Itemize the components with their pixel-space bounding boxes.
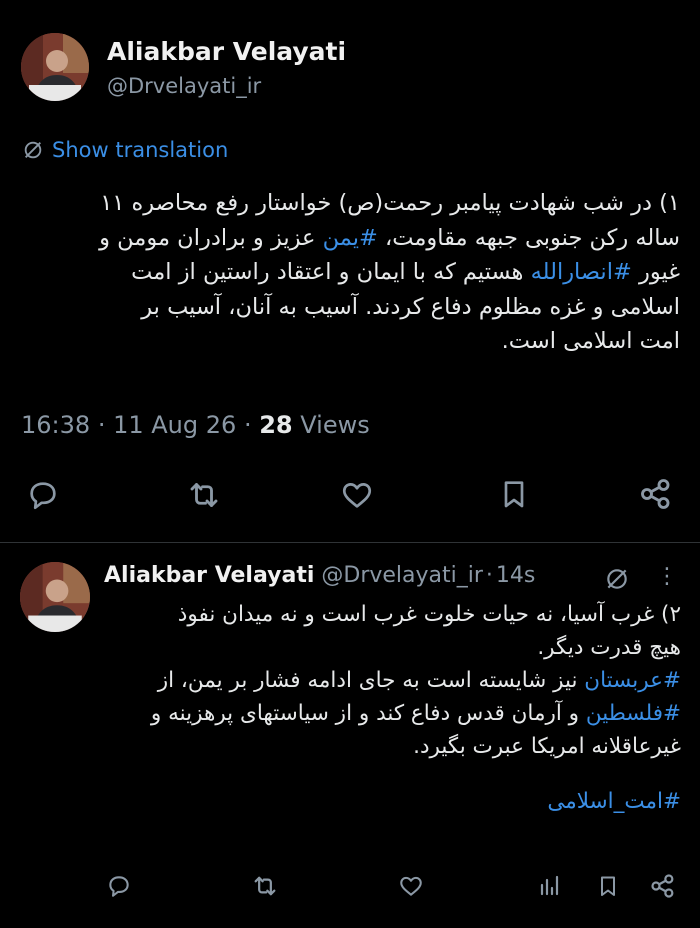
- hashtag-link[interactable]: #انصارالله: [531, 259, 632, 285]
- like-icon[interactable]: [397, 873, 425, 899]
- tweet-date[interactable]: 11 Aug 26: [113, 411, 236, 439]
- text-segment: عزیز و برادران مومن و: [99, 224, 323, 251]
- show-translation-link[interactable]: Show translation: [22, 136, 228, 164]
- text-segment: ساله رکن جنوبی جبهه مقاومت،: [377, 224, 680, 251]
- views-chart-icon[interactable]: [537, 873, 561, 899]
- text-line: #عربستان نیز شایسته است به جای ادامه فشا…: [98, 664, 681, 697]
- tweet-text: ۲) غرب آسیا، نه حیات خلوت غرب است و نه م…: [98, 598, 681, 818]
- text-segment: هستیم که با ایمان و اعتقاد راستین از امت: [131, 259, 531, 285]
- meta-dot: ·: [97, 411, 106, 439]
- text-segment: اسلامی و غزه مظلوم دفاع کردند. آسیب به آ…: [141, 293, 680, 320]
- text-line: هیچ قدرت دیگر.: [98, 631, 681, 664]
- avatar[interactable]: [20, 562, 90, 632]
- hashtag-link[interactable]: #امت_اسلامی: [547, 789, 681, 814]
- text-line: ۲) غرب آسیا، نه حیات خلوت غرب است و نه م…: [98, 598, 681, 631]
- views-label: Views: [300, 411, 370, 439]
- reply-header: Aliakbar Velayati @Drvelayati_ir · 14s: [104, 563, 535, 588]
- author-name[interactable]: Aliakbar Velayati: [107, 37, 346, 66]
- text-line: غیور #انصارالله هستیم که با ایمان و اعتق…: [20, 255, 680, 290]
- text-segment: غیرعاقلانه امریکا عبرت بگیرد.: [413, 734, 681, 759]
- hashtag-link[interactable]: #عربستان: [584, 668, 681, 693]
- retweet-icon[interactable]: [185, 477, 223, 513]
- hashtag-link[interactable]: #یمن: [323, 225, 378, 251]
- text-line: امت اسلامی است.: [20, 324, 680, 359]
- tweet-meta: 16:38 · 11 Aug 26 · 28 Views: [21, 411, 370, 439]
- text-line: #فلسطین و آرمان قدس دفاع کند و از سیاسته…: [98, 697, 681, 730]
- reply-icon[interactable]: [25, 478, 61, 512]
- grok-icon[interactable]: [604, 566, 630, 592]
- tweet-text: ۱) در شب شهادت پیامبر رحمت(ص) خواستار رف…: [20, 186, 680, 359]
- bookmark-icon[interactable]: [498, 476, 530, 512]
- hashtag-link[interactable]: #فلسطین: [586, 701, 681, 726]
- share-icon[interactable]: [638, 476, 674, 512]
- like-icon[interactable]: [338, 478, 376, 512]
- tweet-divider: [0, 542, 700, 543]
- tweet-time[interactable]: 16:38: [21, 411, 90, 439]
- text-segment: هیچ قدرت دیگر.: [537, 635, 681, 660]
- share-icon[interactable]: [649, 872, 677, 900]
- text-line: ۱) در شب شهادت پیامبر رحمت(ص) خواستار رف…: [20, 186, 680, 221]
- author-handle[interactable]: @Drvelayati_ir: [107, 74, 261, 98]
- text-segment: و آرمان قدس دفاع کند و از سیاستهای پرهزی…: [150, 701, 586, 726]
- author-name[interactable]: Aliakbar Velayati: [104, 563, 314, 588]
- more-icon[interactable]: ⋮: [656, 564, 678, 589]
- text-segment: غیور: [631, 259, 680, 285]
- text-line: #امت_اسلامی: [98, 785, 681, 818]
- text-line: غیرعاقلانه امریکا عبرت بگیرد.: [98, 730, 681, 763]
- header-dot: ·: [485, 563, 493, 588]
- author-handle[interactable]: @Drvelayati_ir: [321, 563, 483, 588]
- reply-icon[interactable]: [105, 873, 133, 899]
- text-segment: ۱) در شب شهادت پیامبر رحمت(ص) خواستار رف…: [100, 190, 680, 216]
- text-line: اسلامی و غزه مظلوم دفاع کردند. آسیب به آ…: [20, 290, 680, 325]
- bookmark-icon[interactable]: [596, 872, 620, 900]
- meta-dot: ·: [243, 411, 252, 439]
- avatar[interactable]: [21, 33, 89, 101]
- text-line: ساله رکن جنوبی جبهه مقاومت، #یمن عزیز و …: [20, 221, 680, 256]
- show-translation-label: Show translation: [52, 138, 229, 162]
- text-segment: امت اسلامی است.: [501, 328, 680, 354]
- text-line: [98, 763, 681, 785]
- translate-globe-icon: [22, 139, 44, 161]
- views-count: 28: [259, 411, 293, 439]
- text-segment: ۲) غرب آسیا، نه حیات خلوت غرب است و نه م…: [177, 602, 681, 627]
- retweet-icon[interactable]: [250, 872, 280, 900]
- text-segment: نیز شایسته است به جای ادامه فشار بر یمن،…: [157, 668, 585, 693]
- tweet-age[interactable]: 14s: [496, 563, 535, 588]
